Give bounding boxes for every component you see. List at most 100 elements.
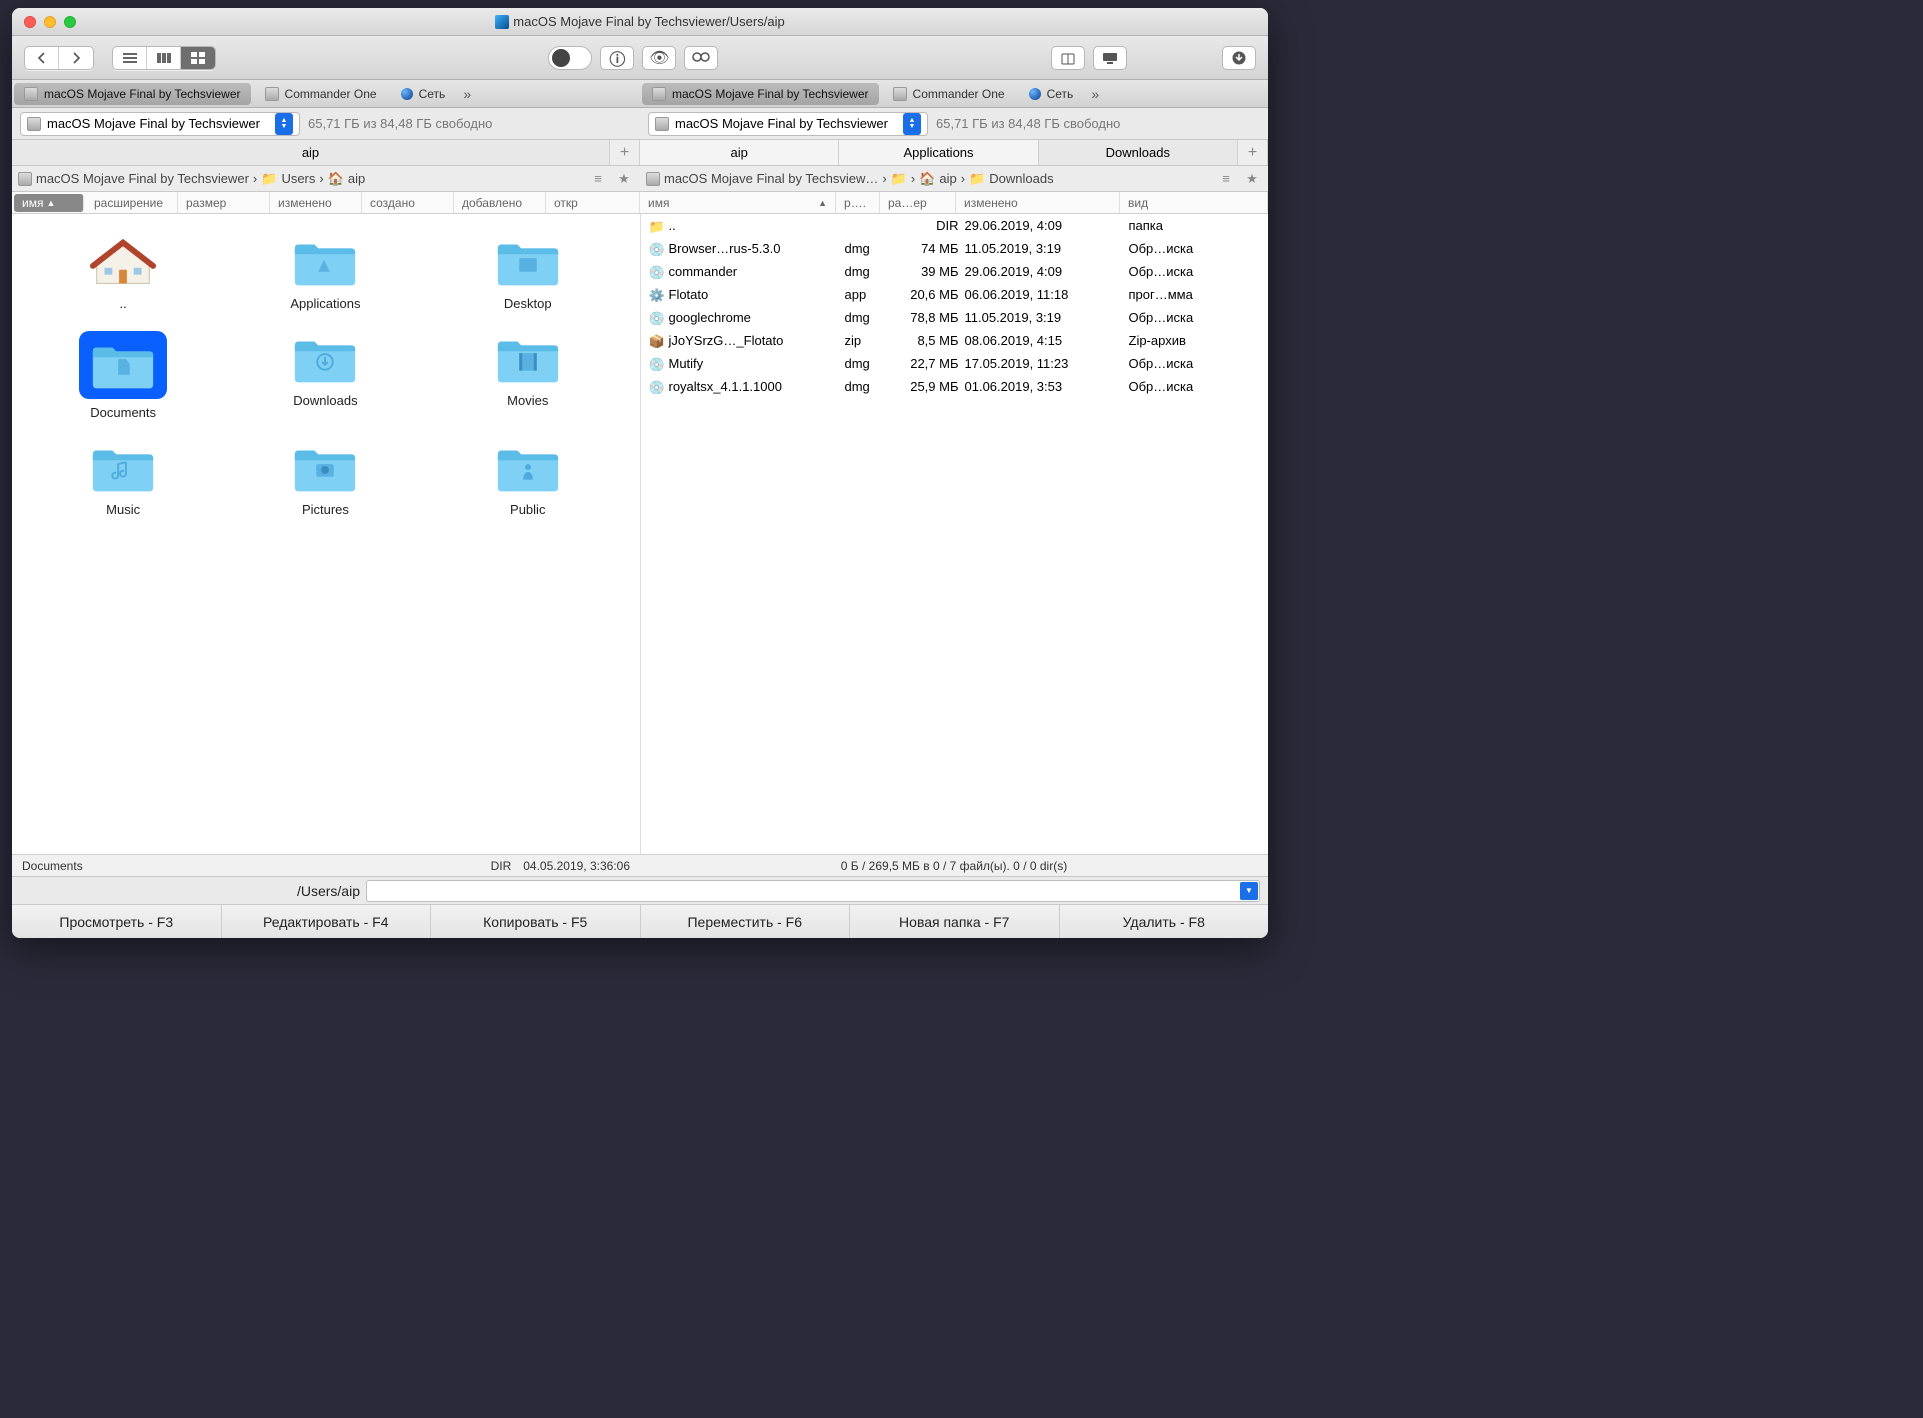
folder-item[interactable]: Applications bbox=[224, 234, 426, 311]
panel-tab-left[interactable]: aip bbox=[12, 140, 610, 165]
folder-item[interactable]: Desktop bbox=[427, 234, 629, 311]
folder-icon bbox=[492, 331, 564, 387]
function-key-button[interactable]: Редактировать - F4 bbox=[222, 905, 432, 938]
path-label: /Users/aip bbox=[20, 883, 360, 899]
folder-item[interactable]: Public bbox=[427, 440, 629, 517]
volume-select-right[interactable]: macOS Mojave Final by Techsviewer ▲▼ bbox=[648, 112, 928, 136]
hd-icon bbox=[893, 87, 907, 101]
app-tab[interactable]: Сеть bbox=[1019, 83, 1084, 105]
folder-item[interactable]: Pictures bbox=[224, 440, 426, 517]
hidden-files-toggle[interactable] bbox=[548, 46, 592, 70]
history-button[interactable]: ≡ bbox=[588, 170, 608, 188]
favorite-button[interactable]: ★ bbox=[614, 170, 634, 188]
history-button[interactable]: ≡ bbox=[1216, 170, 1236, 188]
function-key-button[interactable]: Удалить - F8 bbox=[1060, 905, 1269, 938]
zoom-icon[interactable] bbox=[64, 16, 76, 28]
column-header[interactable]: изменено bbox=[956, 192, 1120, 213]
back-button[interactable] bbox=[25, 47, 59, 69]
app-tab[interactable]: Commander One bbox=[883, 83, 1015, 105]
app-tab[interactable]: macOS Mojave Final by Techsviewer bbox=[642, 83, 879, 105]
file-row[interactable]: ⚙️Flotatoapp20,6 МБ06.06.2019, 11:18прог… bbox=[641, 283, 1269, 306]
folder-label: Desktop bbox=[504, 296, 552, 311]
path-input[interactable]: ▼ bbox=[366, 880, 1260, 902]
app-icon bbox=[495, 15, 509, 29]
breadcrumb-item[interactable]: 📁Users bbox=[261, 171, 315, 187]
separator-icon: › bbox=[882, 171, 886, 186]
favorite-button[interactable]: ★ bbox=[1242, 170, 1262, 188]
panel-tabs-row: aip + aipApplicationsDownloads+ bbox=[12, 140, 1268, 166]
breadcrumb-item[interactable]: 📁 bbox=[891, 171, 907, 187]
breadcrumb-item[interactable]: macOS Mojave Final by Techsview… bbox=[646, 171, 878, 186]
volume-select-left[interactable]: macOS Mojave Final by Techsviewer ▲▼ bbox=[20, 112, 300, 136]
info-button[interactable]: ⓘ bbox=[600, 46, 634, 70]
overflow-chevron-icon[interactable]: » bbox=[1085, 86, 1105, 102]
toolbar: ⓘ 👁 bbox=[12, 36, 1268, 80]
file-row[interactable]: 💿Mutifydmg22,7 МБ17.05.2019, 11:23Обр…ис… bbox=[641, 352, 1269, 375]
close-icon[interactable] bbox=[24, 16, 36, 28]
dmg-icon: 💿 bbox=[649, 242, 663, 256]
column-header[interactable]: имя▲ bbox=[14, 194, 84, 212]
panes: ..Applications Desktop DocumentsDownloadsM… bbox=[12, 214, 1268, 854]
volume-label: macOS Mojave Final by Techsviewer bbox=[47, 116, 260, 131]
app-tabs-row: macOS Mojave Final by TechsviewerCommand… bbox=[12, 80, 1268, 108]
breadcrumb-item[interactable]: macOS Mojave Final by Techsviewer bbox=[18, 171, 249, 186]
file-row[interactable]: 📁..DIR29.06.2019, 4:09папка bbox=[641, 214, 1269, 237]
file-row[interactable]: 💿googlechromedmg78,8 МБ11.05.2019, 3:19О… bbox=[641, 306, 1269, 329]
folder-item[interactable]: Documents bbox=[22, 331, 224, 420]
folder-item[interactable]: Movies bbox=[427, 331, 629, 420]
view-columns-button[interactable] bbox=[147, 47, 181, 69]
breadcrumb-item[interactable]: 🏠aip bbox=[328, 171, 366, 187]
column-header[interactable]: создано bbox=[362, 192, 454, 213]
chevron-down-icon: ▼ bbox=[1240, 882, 1258, 900]
breadcrumb-left: macOS Mojave Final by Techsviewer›📁Users… bbox=[12, 166, 640, 191]
file-row[interactable]: 💿commanderdmg39 МБ29.06.2019, 4:09Обр…ис… bbox=[641, 260, 1269, 283]
function-key-button[interactable]: Переместить - F6 bbox=[641, 905, 851, 938]
column-header[interactable]: ра…ер bbox=[880, 192, 956, 213]
file-row[interactable]: 📦jJoYSrzG…_Flotatozip8,5 МБ08.06.2019, 4… bbox=[641, 329, 1269, 352]
panel-tab[interactable]: Applications bbox=[839, 140, 1038, 165]
view-icons-button[interactable] bbox=[181, 47, 215, 69]
file-row[interactable]: 💿royaltsx_4.1.1.1000dmg25,9 МБ01.06.2019… bbox=[641, 375, 1269, 398]
hd-icon bbox=[646, 172, 660, 186]
forward-button[interactable] bbox=[59, 47, 93, 69]
column-header[interactable]: откр bbox=[546, 192, 640, 213]
panel-tab[interactable]: aip bbox=[640, 140, 839, 165]
breadcrumb-item[interactable]: 🏠aip bbox=[919, 171, 957, 187]
folder-item[interactable]: .. bbox=[22, 234, 224, 311]
function-key-button[interactable]: Новая папка - F7 bbox=[850, 905, 1060, 938]
home-icon: 🏠 bbox=[919, 171, 935, 187]
folder-item[interactable]: Music bbox=[22, 440, 224, 517]
folder-icon bbox=[87, 234, 159, 290]
column-headers: имя▲расширениеразмеризмененосозданодобав… bbox=[12, 192, 1268, 214]
breadcrumb-item[interactable]: 📁Downloads bbox=[969, 171, 1054, 187]
function-key-button[interactable]: Просмотреть - F3 bbox=[12, 905, 222, 938]
app-tab[interactable]: Сеть bbox=[391, 83, 456, 105]
panel-tab-add-left[interactable]: + bbox=[610, 140, 640, 165]
column-header[interactable]: расширение bbox=[86, 192, 178, 213]
view-list-button[interactable] bbox=[113, 47, 147, 69]
column-header[interactable]: добавлено bbox=[454, 192, 546, 213]
connect-button[interactable] bbox=[1093, 46, 1127, 70]
search-button[interactable] bbox=[684, 46, 718, 70]
overflow-chevron-icon[interactable]: » bbox=[457, 86, 477, 102]
panel-tab[interactable]: Downloads bbox=[1039, 140, 1238, 165]
app-tab[interactable]: Commander One bbox=[255, 83, 387, 105]
archive-button[interactable] bbox=[1051, 46, 1085, 70]
minimize-icon[interactable] bbox=[44, 16, 56, 28]
column-header[interactable]: размер bbox=[178, 192, 270, 213]
download-button[interactable] bbox=[1222, 46, 1256, 70]
app-tab[interactable]: macOS Mojave Final by Techsviewer bbox=[14, 83, 251, 105]
folder-item[interactable]: Downloads bbox=[224, 331, 426, 420]
view-segment bbox=[112, 46, 216, 70]
folder-icon bbox=[289, 440, 361, 496]
quicklook-button[interactable]: 👁 bbox=[642, 46, 676, 70]
column-header[interactable]: вид bbox=[1120, 192, 1268, 213]
status-summary: 0 Б / 269,5 МБ в 0 / 7 файл(ы). 0 / 0 di… bbox=[841, 859, 1067, 873]
pane-right: 📁..DIR29.06.2019, 4:09папка💿Browser…rus-… bbox=[641, 214, 1269, 854]
file-row[interactable]: 💿Browser…rus-5.3.0dmg74 МБ11.05.2019, 3:… bbox=[641, 237, 1269, 260]
column-header[interactable]: р…. bbox=[836, 192, 880, 213]
panel-tab-add-right[interactable]: + bbox=[1238, 140, 1268, 165]
column-header[interactable]: имя▲ bbox=[640, 192, 836, 213]
column-header[interactable]: изменено bbox=[270, 192, 362, 213]
function-key-button[interactable]: Копировать - F5 bbox=[431, 905, 641, 938]
